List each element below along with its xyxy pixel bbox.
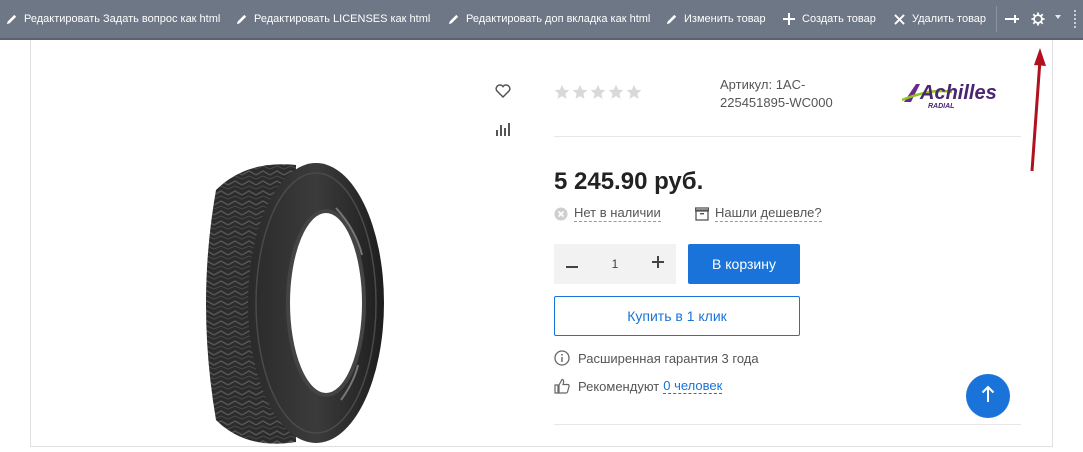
close-icon xyxy=(892,12,906,26)
edit-licenses-button[interactable]: Редактировать LICENSES как html xyxy=(234,0,430,38)
recommend-label: Рекомендуют xyxy=(578,378,660,394)
star-icon xyxy=(626,84,642,99)
settings-button[interactable] xyxy=(1031,0,1051,38)
admin-toolbar: Редактировать Задать вопрос как html Ред… xyxy=(0,0,1083,40)
add-to-cart-button[interactable]: В корзину xyxy=(688,244,800,284)
warranty-label: Расширенная гарантия 3 года xyxy=(578,350,759,366)
edit-product-button[interactable]: Изменить товар xyxy=(664,0,766,38)
minus-icon xyxy=(566,255,578,273)
heart-icon xyxy=(495,83,511,103)
rating-stars[interactable] xyxy=(554,84,642,100)
toolbar-divider xyxy=(996,6,997,32)
found-cheaper-label: Нашли дешевле? xyxy=(715,205,822,222)
star-icon xyxy=(572,84,588,99)
unavailable-icon xyxy=(554,207,568,221)
pencil-icon xyxy=(664,12,678,26)
pencil-icon xyxy=(446,12,460,26)
delete-product-button[interactable]: Удалить товар xyxy=(892,0,986,38)
toolbar-item-label: Удалить товар xyxy=(912,13,987,25)
star-icon xyxy=(554,84,570,99)
divider xyxy=(554,136,1021,137)
toolbar-item-label: Изменить товар xyxy=(684,13,766,25)
brand-sub: RADIAL xyxy=(928,103,954,110)
info-icon xyxy=(554,350,570,366)
pin-button[interactable] xyxy=(1005,0,1025,38)
star-icon xyxy=(590,84,606,99)
brand-logo[interactable]: Achilles RADIAL xyxy=(901,80,1026,115)
divider xyxy=(554,424,1021,425)
favorite-button[interactable] xyxy=(494,83,512,103)
annotation-arrow xyxy=(1020,44,1050,177)
availability-status: Нет в наличии xyxy=(554,205,661,222)
pencil-icon xyxy=(234,12,248,26)
edit-extra-tab-button[interactable]: Редактировать доп вкладка как html xyxy=(446,0,650,38)
toolbar-item-label: Редактировать доп вкладка как html xyxy=(466,13,651,25)
plus-icon xyxy=(652,255,664,273)
product-article: Артикул: 1AC-225451895-WC000 xyxy=(720,77,833,110)
pin-icon xyxy=(1005,12,1019,26)
arrow-up-icon xyxy=(981,385,995,408)
quantity-stepper: 1 xyxy=(554,244,676,284)
compare-button[interactable] xyxy=(494,122,512,140)
increase-quantity-button[interactable] xyxy=(640,244,676,284)
decrease-quantity-button[interactable] xyxy=(554,244,590,284)
pencil-icon xyxy=(4,12,18,26)
product-image[interactable] xyxy=(186,160,386,452)
recommend-info: Рекомендуют 0 человек xyxy=(554,378,723,394)
gear-icon xyxy=(1031,12,1045,26)
plus-icon xyxy=(782,12,796,26)
warranty-info: Расширенная гарантия 3 года xyxy=(554,350,759,366)
box-icon xyxy=(695,206,709,221)
edit-ask-question-button[interactable]: Редактировать Задать вопрос как html xyxy=(4,0,220,38)
buy-one-click-button[interactable]: Купить в 1 клик xyxy=(554,296,800,336)
bar-chart-icon xyxy=(495,122,511,141)
create-product-button[interactable]: Создать товар xyxy=(782,0,876,38)
toolbar-item-label: Редактировать LICENSES как html xyxy=(254,13,431,25)
found-cheaper-link[interactable]: Нашли дешевле? xyxy=(695,205,822,222)
availability-label: Нет в наличии xyxy=(574,205,661,222)
toolbar-item-label: Создать товар xyxy=(802,13,876,25)
thumbs-up-icon xyxy=(554,378,570,394)
recommend-count-link[interactable]: 0 человек xyxy=(663,378,723,394)
drag-handle-icon[interactable] xyxy=(1074,10,1078,28)
toolbar-item-label: Редактировать Задать вопрос как html xyxy=(24,13,221,25)
star-icon xyxy=(608,84,624,99)
product-card-frame xyxy=(30,40,1053,447)
chevron-down-icon[interactable] xyxy=(1055,15,1061,19)
quantity-input[interactable]: 1 xyxy=(612,257,619,271)
brand-name: Achilles xyxy=(919,82,997,104)
product-price: 5 245.90 руб. xyxy=(554,168,704,195)
scroll-to-top-button[interactable] xyxy=(966,374,1010,418)
